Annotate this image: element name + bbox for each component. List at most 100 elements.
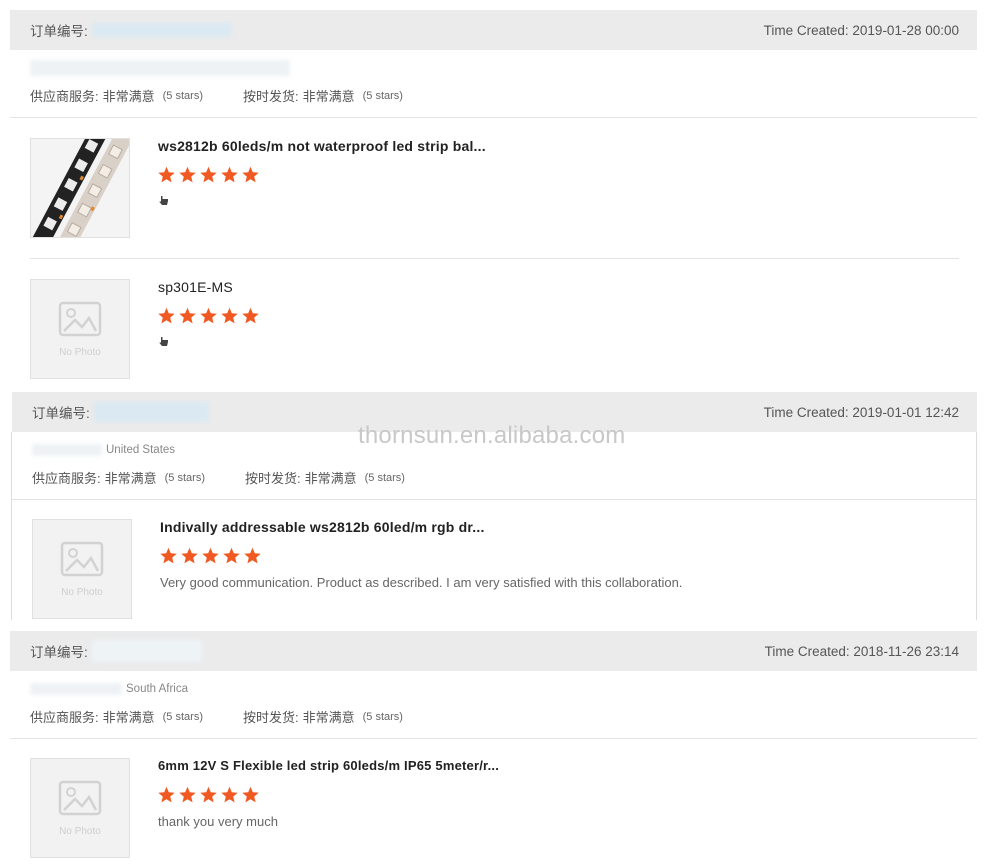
no-photo-label: No Photo — [59, 346, 101, 358]
time-created-value: 2019-01-01 12:42 — [852, 404, 959, 420]
supplier-service-value: 非常满意 — [102, 710, 155, 725]
order-number-label: 订单编号: — [32, 406, 90, 421]
star-icon — [221, 786, 238, 803]
buyer-country-name: United States — [106, 444, 176, 456]
star-icon — [158, 166, 175, 183]
order-number: 订单编号: — [32, 402, 209, 422]
on-time-delivery-label: 按时发货: — [242, 710, 299, 725]
star-icon — [221, 166, 238, 183]
image-placeholder-icon — [58, 780, 102, 815]
on-time-delivery-stars: (5 stars) — [362, 710, 403, 723]
time-created-label: Time Created: — [763, 22, 853, 38]
seller-ratings: 供应商服务: 非常满意 (5 stars) 按时发货: 非常满意 (5 star… — [30, 707, 403, 726]
no-photo-thumbnail[interactable]: No Photo — [32, 519, 132, 619]
star-rating — [157, 166, 260, 184]
divider — [11, 432, 12, 620]
time-created: Time Created: 2018-11-26 23:14 — [765, 644, 959, 659]
supplier-service-label: 供应商服务: — [30, 710, 99, 725]
on-time-delivery-stars: (5 stars) — [364, 471, 405, 484]
supplier-service-value: 非常满意 — [102, 89, 155, 104]
buyer-name-redacted — [30, 683, 122, 695]
star-icon — [242, 166, 259, 183]
divider — [10, 738, 977, 739]
feedback-text: Very good communication. Product as desc… — [160, 575, 683, 590]
product-title[interactable]: 6mm 12V S Flexible led strip 60leds/m IP… — [158, 758, 499, 773]
buyer-name-redacted — [32, 444, 102, 456]
buyer-country-name: South Africa — [126, 683, 189, 695]
order-number-redacted — [91, 23, 232, 37]
buyer-country — [30, 60, 294, 76]
supplier-service-value: 非常满意 — [104, 471, 157, 486]
star-icon — [202, 547, 219, 564]
on-time-delivery-value: 非常满意 — [302, 710, 355, 725]
on-time-delivery-value: 非常满意 — [304, 471, 357, 486]
no-photo-label: No Photo — [61, 586, 103, 598]
star-rating — [159, 547, 262, 565]
order-card: 订单编号: Time Created: 2018-11-26 23:14 Sou… — [10, 631, 977, 866]
product-title[interactable]: ws2812b 60leds/m not waterproof led stri… — [158, 138, 486, 154]
image-placeholder-icon — [60, 541, 104, 576]
order-number-redacted — [91, 640, 202, 662]
time-created: Time Created: 2019-01-28 00:00 — [764, 23, 959, 38]
seller-ratings: 供应商服务: 非常满意 (5 stars) 按时发货: 非常满意 (5 star… — [32, 468, 405, 487]
star-icon — [179, 307, 196, 324]
supplier-service-label: 供应商服务: — [32, 471, 101, 486]
order-card: 订单编号: Time Created: 2019-01-28 00:00 供应商… — [10, 10, 977, 385]
star-icon — [221, 307, 238, 324]
star-rating — [157, 307, 260, 325]
star-icon — [160, 547, 177, 564]
product-item: ws2812b 60leds/m not waterproof led stri… — [30, 138, 959, 238]
star-icon — [200, 166, 217, 183]
on-time-delivery-stars: (5 stars) — [362, 89, 403, 102]
buyer-country: United States — [32, 444, 175, 456]
order-number-label: 订单编号: — [30, 645, 88, 660]
product-item: No Photo Indivally addressable ws2812b 6… — [32, 519, 959, 619]
buyer-country: South Africa — [30, 683, 188, 695]
led-strip-image — [31, 139, 129, 237]
order-number-redacted — [93, 402, 209, 422]
on-time-delivery-label: 按时发货: — [242, 89, 299, 104]
star-rating — [157, 786, 260, 804]
time-created-value: 2018-11-26 23:14 — [853, 643, 959, 659]
star-icon — [223, 547, 240, 564]
buyer-name-redacted — [30, 60, 290, 76]
time-created-label: Time Created: — [764, 643, 854, 659]
order-header: 订单编号: Time Created: 2019-01-28 00:00 — [10, 10, 977, 50]
star-icon — [179, 786, 196, 803]
no-photo-label: No Photo — [59, 825, 101, 837]
star-icon — [179, 166, 196, 183]
order-header: 订单编号: Time Created: 2018-11-26 23:14 — [10, 631, 977, 671]
star-icon — [242, 786, 259, 803]
supplier-service-label: 供应商服务: — [30, 89, 99, 104]
divider — [976, 432, 977, 620]
seller-ratings: 供应商服务: 非常满意 (5 stars) 按时发货: 非常满意 (5 star… — [30, 86, 403, 105]
on-time-delivery-value: 非常满意 — [302, 89, 355, 104]
star-icon — [158, 307, 175, 324]
product-title[interactable]: Indivally addressable ws2812b 60led/m rg… — [160, 519, 485, 535]
divider — [30, 258, 959, 259]
divider — [10, 117, 977, 118]
supplier-service-stars: (5 stars) — [164, 471, 205, 484]
feedback-text: thank you very much — [158, 814, 278, 829]
star-icon — [242, 307, 259, 324]
product-title[interactable]: sp301E-MS — [158, 279, 233, 295]
time-created: Time Created: 2019-01-01 12:42 — [764, 405, 959, 420]
on-time-delivery-label: 按时发货: — [244, 471, 301, 486]
no-photo-thumbnail[interactable]: No Photo — [30, 758, 130, 858]
order-number: 订单编号: — [30, 640, 202, 662]
product-thumbnail[interactable] — [30, 138, 130, 238]
star-icon — [200, 307, 217, 324]
order-number: 订单编号: — [30, 20, 232, 40]
supplier-service-stars: (5 stars) — [162, 710, 203, 723]
product-item: No Photo sp301E-MS — [30, 279, 959, 379]
star-icon — [181, 547, 198, 564]
hand-cursor-icon — [159, 337, 168, 346]
hand-cursor-icon — [159, 196, 168, 205]
no-photo-thumbnail[interactable]: No Photo — [30, 279, 130, 379]
image-placeholder-icon — [58, 301, 102, 336]
time-created-value: 2019-01-28 00:00 — [852, 22, 959, 38]
star-icon — [244, 547, 261, 564]
order-number-label: 订单编号: — [30, 24, 88, 39]
watermark: thornsun.en.alibaba.com — [358, 422, 626, 449]
star-icon — [200, 786, 217, 803]
